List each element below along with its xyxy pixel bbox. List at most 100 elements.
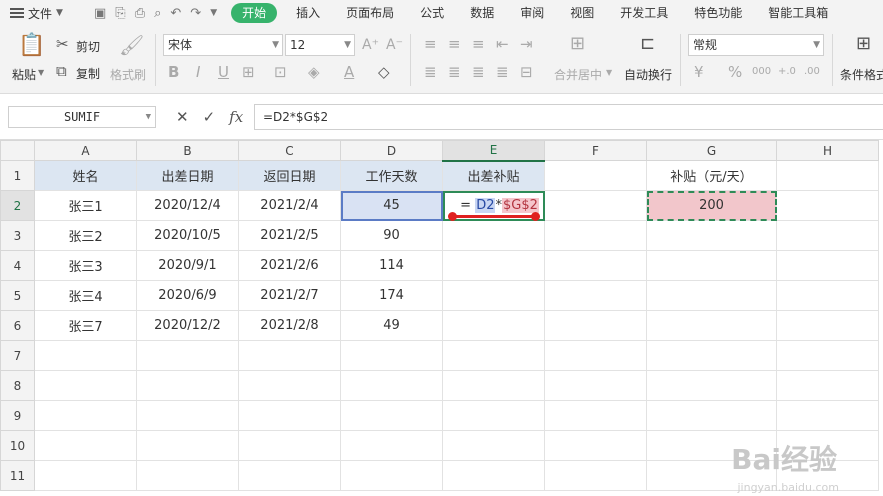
empty-cell[interactable] — [544, 430, 647, 461]
distributed-icon[interactable]: ⊟ — [520, 64, 533, 80]
empty-cell[interactable] — [238, 460, 341, 491]
cell-f5[interactable] — [544, 280, 647, 311]
cell-g3[interactable] — [646, 220, 777, 251]
tab-data[interactable]: 数据 — [457, 0, 507, 26]
print-preview-icon[interactable]: ⌕ — [154, 6, 161, 21]
cell-d1[interactable]: 工作天数 — [340, 160, 443, 191]
cell-d4[interactable]: 114 — [340, 250, 443, 281]
tab-page-layout[interactable]: 页面布局 — [333, 0, 407, 26]
align-center-icon[interactable]: ≣ — [448, 64, 461, 80]
column-header-a[interactable]: A — [34, 140, 137, 161]
tab-developer[interactable]: 开发工具 — [607, 0, 681, 26]
font-name-select[interactable]: 宋体 ▼ — [163, 34, 283, 56]
empty-cell[interactable] — [646, 340, 777, 371]
row-header-7[interactable]: 7 — [0, 340, 35, 371]
empty-cell[interactable] — [34, 460, 137, 491]
row-header-5[interactable]: 5 — [0, 280, 35, 311]
empty-cell[interactable] — [646, 400, 777, 431]
cell-g4[interactable] — [646, 250, 777, 281]
cell-e5[interactable] — [442, 280, 545, 311]
column-header-b[interactable]: B — [136, 140, 239, 161]
empty-cell[interactable] — [34, 340, 137, 371]
column-header-g[interactable]: G — [646, 140, 777, 161]
cell-a4[interactable]: 张三3 — [34, 250, 137, 281]
number-format-select[interactable]: 常规 ▼ — [688, 34, 824, 56]
tab-review[interactable]: 审阅 — [507, 0, 557, 26]
paste-button[interactable]: 粘贴 — [12, 66, 36, 83]
paste-icon[interactable]: 📋 — [18, 34, 45, 58]
thousands-icon[interactable]: 000 — [752, 64, 771, 80]
customize-icon[interactable]: ▼ — [210, 8, 217, 18]
empty-cell[interactable] — [34, 430, 137, 461]
export-icon[interactable]: ⎘ — [115, 6, 125, 21]
fx-button[interactable]: fx — [229, 108, 243, 126]
name-box[interactable]: SUMIF ▼ — [8, 106, 156, 128]
tab-insert[interactable]: 插入 — [283, 0, 333, 26]
cell-c4[interactable]: 2021/2/6 — [238, 250, 341, 281]
empty-cell[interactable] — [34, 400, 137, 431]
empty-cell[interactable] — [340, 400, 443, 431]
select-all-corner[interactable] — [0, 140, 35, 161]
empty-cell[interactable] — [238, 400, 341, 431]
cell-e3[interactable] — [442, 220, 545, 251]
cell-e1[interactable]: 出差补贴 — [442, 160, 545, 191]
redo-icon[interactable]: ↷ — [190, 6, 201, 21]
tab-home[interactable]: 开始 — [231, 3, 278, 23]
currency-button[interactable]: ¥ — [694, 64, 704, 80]
cell-h2[interactable] — [776, 190, 879, 221]
empty-cell[interactable] — [136, 370, 239, 401]
column-header-c[interactable]: C — [238, 140, 341, 161]
fill-color-icon[interactable]: ◈ — [308, 64, 320, 80]
cell-b5[interactable]: 2020/6/9 — [136, 280, 239, 311]
align-top-icon[interactable]: ≡ — [424, 36, 437, 52]
column-header-f[interactable]: F — [544, 140, 647, 161]
empty-cell[interactable] — [544, 400, 647, 431]
empty-cell[interactable] — [238, 430, 341, 461]
empty-cell[interactable] — [544, 460, 647, 491]
cell-c2[interactable]: 2021/2/4 — [238, 190, 341, 221]
cell-b1[interactable]: 出差日期 — [136, 160, 239, 191]
empty-cell[interactable] — [442, 460, 545, 491]
format-painter-button[interactable]: 格式刷 — [110, 66, 146, 83]
empty-cell[interactable] — [340, 340, 443, 371]
cell-f6[interactable] — [544, 310, 647, 341]
increase-font-icon[interactable]: A⁺ — [362, 37, 379, 53]
cell-d3[interactable]: 90 — [340, 220, 443, 251]
cell-g5[interactable] — [646, 280, 777, 311]
empty-cell[interactable] — [544, 340, 647, 371]
merge-center-button[interactable]: 合并居中 — [554, 66, 602, 83]
row-header-2[interactable]: 2 — [0, 190, 35, 221]
confirm-icon[interactable]: ✓ — [203, 108, 216, 126]
align-left-icon[interactable]: ≣ — [424, 64, 437, 80]
cell-a3[interactable]: 张三2 — [34, 220, 137, 251]
row-header-10[interactable]: 10 — [0, 430, 35, 461]
align-middle-icon[interactable]: ≡ — [448, 36, 461, 52]
cancel-icon[interactable]: ✕ — [176, 108, 189, 126]
bold-button[interactable]: B — [168, 64, 179, 80]
cell-f4[interactable] — [544, 250, 647, 281]
empty-cell[interactable] — [340, 430, 443, 461]
conditional-format-button[interactable]: 条件格式 — [840, 66, 883, 83]
empty-cell[interactable] — [442, 430, 545, 461]
row-header-3[interactable]: 3 — [0, 220, 35, 251]
cell-g1[interactable]: 补贴（元/天） — [646, 160, 777, 191]
column-header-h[interactable]: H — [776, 140, 879, 161]
font-color-icon[interactable]: A — [344, 64, 354, 80]
empty-cell[interactable] — [442, 400, 545, 431]
paste-dropdown-icon[interactable]: ▼ — [38, 68, 44, 77]
copy-button[interactable]: 复制 — [76, 65, 100, 82]
cell-c1[interactable]: 返回日期 — [238, 160, 341, 191]
cell-g6[interactable] — [646, 310, 777, 341]
cell-e6[interactable] — [442, 310, 545, 341]
cell-h3[interactable] — [776, 220, 879, 251]
cell-h5[interactable] — [776, 280, 879, 311]
cell-d6[interactable]: 49 — [340, 310, 443, 341]
font-size-select[interactable]: 12 ▼ — [285, 34, 355, 56]
row-header-6[interactable]: 6 — [0, 310, 35, 341]
italic-button[interactable]: I — [196, 64, 200, 80]
cell-g2[interactable]: 200 — [646, 190, 777, 221]
cell-d5[interactable]: 174 — [340, 280, 443, 311]
print-icon[interactable]: ⎙ — [135, 6, 145, 21]
border-icon[interactable]: ⊞ — [242, 64, 255, 80]
cell-c3[interactable]: 2021/2/5 — [238, 220, 341, 251]
